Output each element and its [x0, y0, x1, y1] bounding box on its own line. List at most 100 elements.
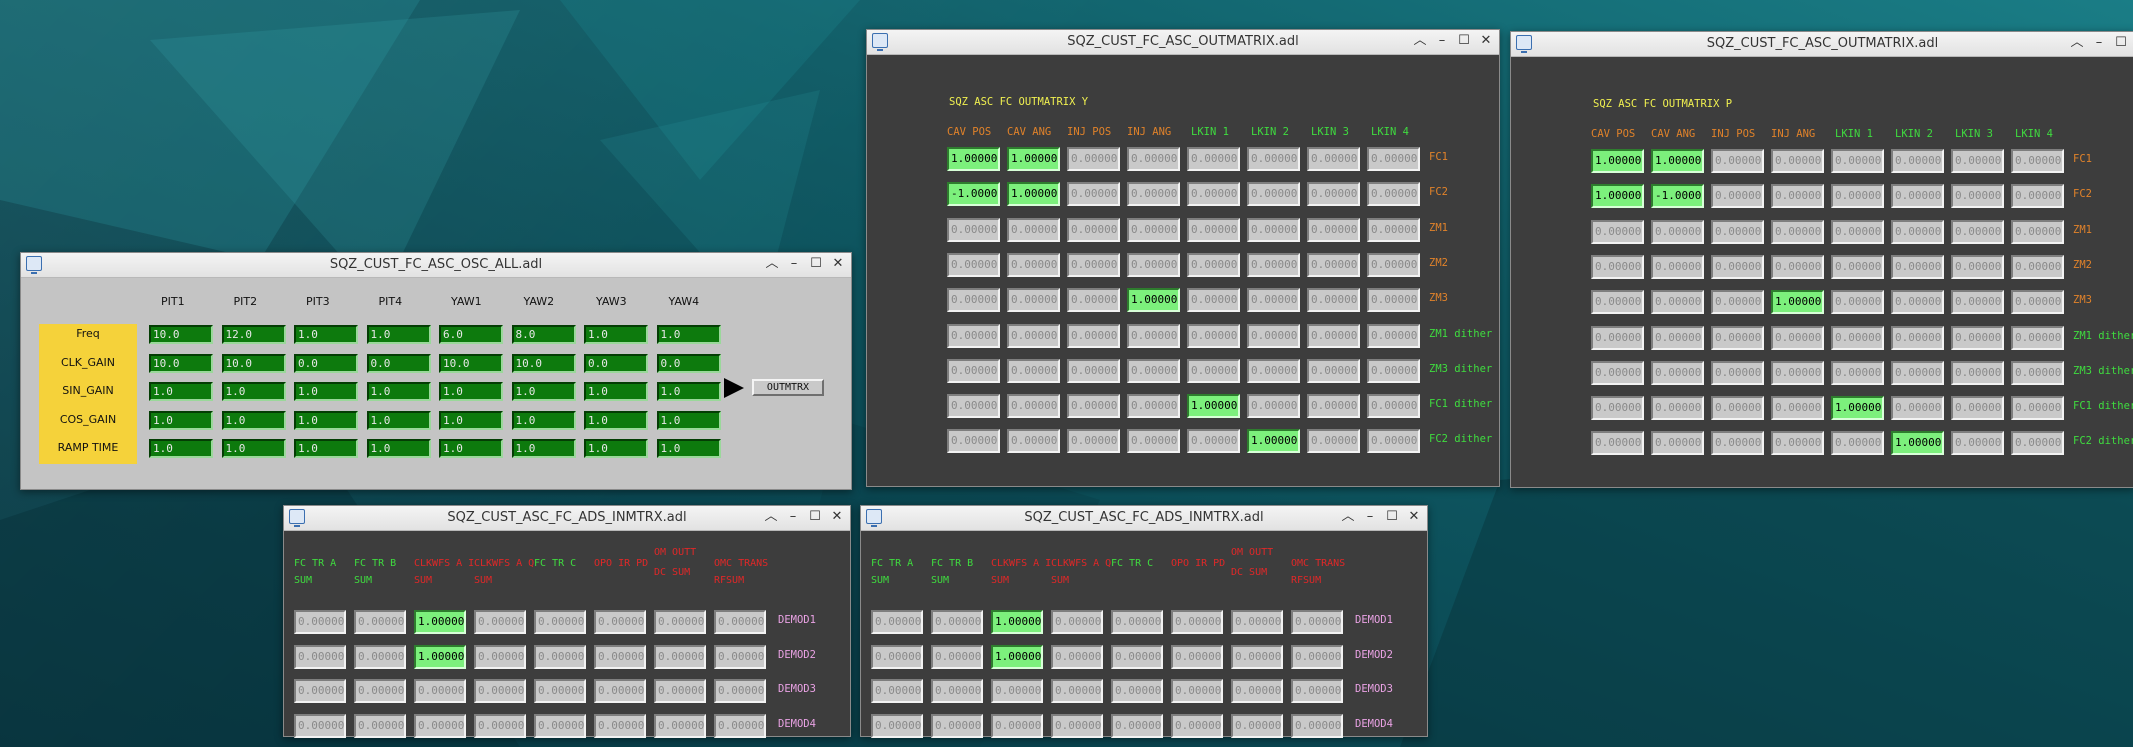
matrix-element[interactable]: 0.00000 — [1291, 713, 1343, 738]
matrix-element[interactable]: 0.00000 — [1891, 149, 1944, 173]
close-icon[interactable]: ✕ — [1477, 32, 1495, 50]
matrix-element[interactable]: 0.00000 — [1171, 610, 1223, 634]
matrix-element[interactable]: 0.00000 — [947, 358, 1000, 383]
matrix-element[interactable]: 0.00000 — [1187, 358, 1240, 383]
matrix-element[interactable]: 0.00000 — [947, 429, 1000, 454]
matrix-element[interactable]: 0.00000 — [1831, 325, 1884, 350]
matrix-element[interactable]: 0.00000 — [1067, 252, 1120, 277]
matrix-element[interactable]: 0.00000 — [2011, 184, 2064, 209]
matrix-element[interactable]: 0.00000 — [1187, 217, 1240, 242]
maximize-icon[interactable]: ☐ — [806, 508, 824, 526]
matrix-element[interactable]: 0.00000 — [1831, 184, 1884, 209]
maximize-icon[interactable]: ☐ — [807, 255, 825, 273]
matrix-element[interactable]: 0.00000 — [1771, 149, 1824, 173]
matrix-element[interactable]: 0.00000 — [1307, 323, 1360, 348]
matrix-element[interactable]: 0.00000 — [2011, 431, 2064, 456]
matrix-element[interactable]: 0.00000 — [354, 679, 406, 703]
matrix-element[interactable]: 0.00000 — [1187, 323, 1240, 348]
matrix-element[interactable]: 1.00000 — [1831, 396, 1884, 421]
matrix-element[interactable]: 0.00000 — [654, 679, 706, 703]
matrix-element[interactable]: 0.00000 — [1247, 394, 1300, 419]
value-field[interactable]: 1.0 — [439, 439, 503, 458]
matrix-element[interactable]: 0.00000 — [931, 610, 983, 634]
matrix-element[interactable]: 1.00000 — [1651, 149, 1704, 173]
value-field[interactable]: 1.0 — [511, 382, 576, 401]
value-field[interactable]: 12.0 — [221, 325, 286, 344]
matrix-element[interactable]: 0.00000 — [294, 679, 346, 703]
matrix-element[interactable]: 0.00000 — [1367, 323, 1420, 348]
matrix-element[interactable]: 0.00000 — [1591, 290, 1644, 315]
outmatrix-y-titlebar[interactable]: SQZ_CUST_FC_ASC_OUTMATRIX.adl ︿ – ☐ ✕ — [867, 30, 1499, 55]
matrix-element[interactable]: 0.00000 — [1171, 644, 1223, 669]
shade-up-icon[interactable]: ︿ — [1339, 508, 1357, 526]
matrix-element[interactable]: 0.00000 — [1007, 323, 1060, 348]
matrix-element[interactable]: 0.00000 — [1591, 254, 1644, 279]
value-field[interactable]: 10.0 — [149, 325, 213, 344]
ads-inmtrx-window-2[interactable]: SQZ_CUST_ASC_FC_ADS_INMTRX.adl ︿ – ☐ ✕ F… — [860, 505, 1428, 738]
matrix-element[interactable]: 0.00000 — [871, 679, 923, 703]
matrix-element[interactable]: 1.00000 — [414, 644, 466, 669]
matrix-element[interactable]: 0.00000 — [654, 610, 706, 634]
matrix-element[interactable]: 0.00000 — [1367, 429, 1420, 454]
matrix-element[interactable]: 1.00000 — [1891, 431, 1944, 456]
matrix-element[interactable]: 0.00000 — [1711, 219, 1764, 244]
matrix-element[interactable]: 0.00000 — [294, 713, 346, 738]
shade-up-icon[interactable]: ︿ — [1411, 32, 1429, 50]
maximize-icon[interactable]: ☐ — [2112, 34, 2130, 52]
matrix-element[interactable]: 0.00000 — [714, 679, 766, 703]
outmatrix-p-window[interactable]: SQZ_CUST_FC_ASC_OUTMATRIX.adl ︿ – ☐ SQZ … — [1510, 31, 2133, 488]
outmatrix-y-window[interactable]: SQZ_CUST_FC_ASC_OUTMATRIX.adl ︿ – ☐ ✕ SQ… — [866, 29, 1500, 487]
matrix-element[interactable]: 0.00000 — [534, 679, 586, 703]
matrix-element[interactable]: 0.00000 — [1111, 644, 1163, 669]
matrix-element[interactable]: 0.00000 — [714, 610, 766, 634]
matrix-element[interactable]: 1.00000 — [414, 610, 466, 634]
matrix-element[interactable]: 0.00000 — [1127, 217, 1180, 242]
matrix-element[interactable]: 0.00000 — [1231, 610, 1283, 634]
matrix-element[interactable]: 0.00000 — [931, 644, 983, 669]
matrix-element[interactable]: 0.00000 — [947, 288, 1000, 313]
matrix-element[interactable]: 0.00000 — [1367, 394, 1420, 419]
matrix-element[interactable]: 0.00000 — [1291, 644, 1343, 669]
matrix-element[interactable]: 0.00000 — [1591, 219, 1644, 244]
matrix-element[interactable]: 0.00000 — [1771, 325, 1824, 350]
value-field[interactable]: 1.0 — [149, 382, 213, 401]
ads-inmtrx-window-1[interactable]: SQZ_CUST_ASC_FC_ADS_INMTRX.adl ︿ – ☐ ✕ F… — [283, 505, 851, 738]
matrix-element[interactable]: 0.00000 — [1891, 184, 1944, 209]
value-field[interactable]: 1.0 — [511, 439, 576, 458]
close-icon[interactable]: ✕ — [1405, 508, 1423, 526]
matrix-element[interactable]: 0.00000 — [594, 610, 646, 634]
matrix-element[interactable]: 0.00000 — [2011, 149, 2064, 173]
matrix-element[interactable]: 0.00000 — [594, 679, 646, 703]
matrix-element[interactable]: 0.00000 — [1247, 252, 1300, 277]
value-field[interactable]: 1.0 — [439, 382, 503, 401]
matrix-element[interactable]: 0.00000 — [1171, 713, 1223, 738]
matrix-element[interactable]: 0.00000 — [1307, 147, 1360, 171]
matrix-element[interactable]: 0.00000 — [1891, 254, 1944, 279]
matrix-element[interactable]: 0.00000 — [1771, 431, 1824, 456]
matrix-element[interactable]: 0.00000 — [2011, 396, 2064, 421]
value-field[interactable]: 0.0 — [294, 353, 358, 373]
matrix-element[interactable]: 0.00000 — [1291, 610, 1343, 634]
matrix-element[interactable]: 0.00000 — [474, 644, 526, 669]
matrix-element[interactable]: 0.00000 — [1247, 323, 1300, 348]
matrix-element[interactable]: -1.0000 — [1651, 184, 1704, 209]
value-field[interactable]: 1.0 — [149, 410, 213, 430]
matrix-element[interactable]: 0.00000 — [1007, 358, 1060, 383]
matrix-element[interactable]: 0.00000 — [1187, 182, 1240, 207]
matrix-element[interactable]: 0.00000 — [1067, 358, 1120, 383]
matrix-element[interactable]: 0.00000 — [1831, 431, 1884, 456]
value-field[interactable]: 10.0 — [511, 353, 576, 373]
value-field[interactable]: 1.0 — [366, 439, 431, 458]
minimize-icon[interactable]: – — [1361, 508, 1379, 526]
value-field[interactable]: 1.0 — [221, 439, 286, 458]
matrix-element[interactable]: 0.00000 — [2011, 219, 2064, 244]
matrix-element[interactable]: 0.00000 — [1067, 288, 1120, 313]
matrix-element[interactable]: 0.00000 — [1591, 325, 1644, 350]
matrix-element[interactable]: 0.00000 — [714, 644, 766, 669]
matrix-element[interactable]: 0.00000 — [1831, 219, 1884, 244]
matrix-element[interactable]: 0.00000 — [1831, 254, 1884, 279]
matrix-element[interactable]: 0.00000 — [1111, 610, 1163, 634]
matrix-element[interactable]: 0.00000 — [1247, 147, 1300, 171]
matrix-element[interactable]: 0.00000 — [1247, 217, 1300, 242]
matrix-element[interactable]: 0.00000 — [354, 644, 406, 669]
